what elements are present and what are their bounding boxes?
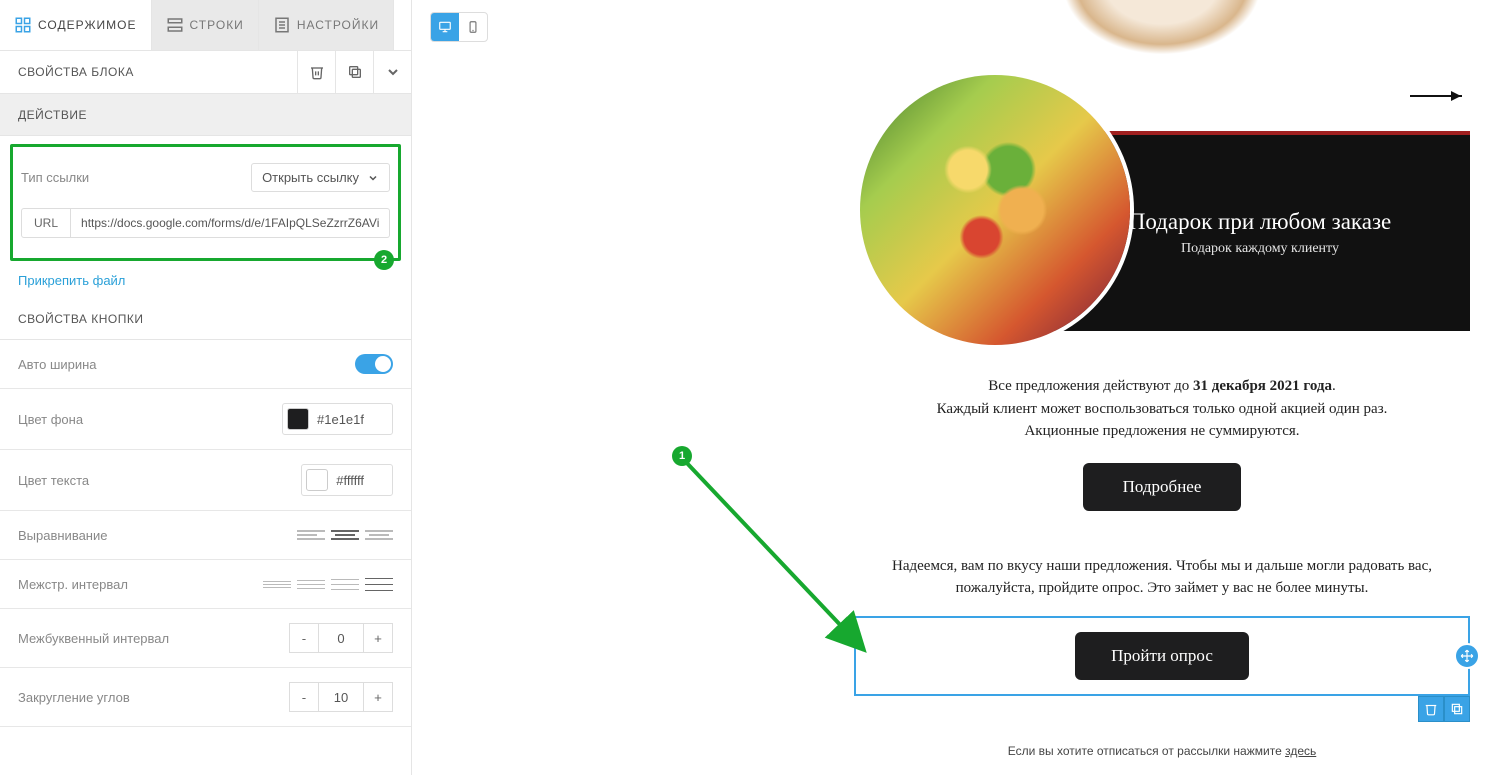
spacing-4[interactable] [365, 574, 393, 594]
mobile-view[interactable] [459, 13, 487, 41]
br-plus[interactable]: + [363, 682, 393, 712]
letter-spacing-label: Межбуквенный интервал [18, 631, 289, 646]
editor-tabs: СОДЕРЖИМОЕ СТРОКИ НАСТРОЙКИ [0, 0, 411, 50]
text-color-label: Цвет текста [18, 473, 301, 488]
block-duplicate-icon[interactable] [1444, 696, 1470, 722]
ls-plus[interactable]: + [363, 623, 393, 653]
action-section-title: ДЕЙСТВИЕ [0, 94, 411, 136]
auto-width-toggle[interactable] [355, 354, 393, 374]
block-properties-header: СВОЙСТВА БЛОКА [0, 50, 411, 94]
promo-title: Подарок при любом заказе [1129, 209, 1392, 235]
tab-settings-label: НАСТРОЙКИ [297, 18, 379, 32]
spacing-3[interactable] [331, 574, 359, 594]
block-delete-icon[interactable] [1418, 696, 1444, 722]
ls-minus[interactable]: - [289, 623, 319, 653]
tab-settings[interactable]: НАСТРОЙКИ [259, 0, 394, 50]
br-minus[interactable]: - [289, 682, 319, 712]
email-preview: Подарок при любом заказе Подарок каждому… [854, 0, 1470, 758]
collapse-icon[interactable] [373, 51, 411, 93]
action-highlight: Тип ссылки Открыть ссылку URL 2 [10, 144, 401, 261]
info-text: Все предложения действуют до 31 декабря … [854, 375, 1470, 443]
ls-value[interactable] [319, 623, 363, 653]
spacing-1[interactable] [263, 574, 291, 594]
food-image-top [1062, 0, 1262, 55]
auto-width-label: Авто ширина [18, 357, 355, 372]
link-type-label: Тип ссылки [21, 170, 251, 185]
border-radius-label: Закругление углов [18, 690, 289, 705]
line-spacing-label: Межстр. интервал [18, 577, 263, 592]
tab-content-label: СОДЕРЖИМОЕ [38, 18, 137, 32]
spacing-2[interactable] [297, 574, 325, 594]
desktop-view[interactable] [431, 13, 459, 41]
delete-icon[interactable] [297, 51, 335, 93]
bg-color-label: Цвет фона [18, 412, 282, 427]
move-handle[interactable] [1454, 643, 1480, 669]
align-center[interactable] [331, 525, 359, 545]
letter-spacing-stepper[interactable]: - + [289, 623, 393, 653]
salad-image [860, 75, 1130, 345]
align-label: Выравнивание [18, 528, 297, 543]
button-props-title: СВОЙСТВА КНОПКИ [0, 298, 411, 340]
link-type-select[interactable]: Открыть ссылку [251, 163, 390, 192]
attach-file-link[interactable]: Прикрепить файл [18, 273, 125, 288]
url-input[interactable] [71, 208, 390, 238]
border-radius-stepper[interactable]: - + [289, 682, 393, 712]
tab-rows-label: СТРОКИ [190, 18, 244, 32]
unsubscribe-text: Если вы хотите отписаться от рассылки на… [854, 744, 1470, 758]
device-toggle [430, 12, 488, 42]
promo-subtitle: Подарок каждому клиенту [1181, 241, 1339, 257]
bg-color-input[interactable]: #1e1e1f [282, 403, 393, 435]
survey-button[interactable]: Пройти опрос [1075, 632, 1249, 680]
selected-button-block[interactable]: Пройти опрос [854, 616, 1470, 696]
block-action-bar [1418, 696, 1470, 722]
more-button[interactable]: Подробнее [1083, 463, 1242, 511]
br-value[interactable] [319, 682, 363, 712]
hope-text: Надеемся, вам по вкусу наши предложения.… [854, 555, 1470, 600]
text-color-input[interactable]: #ffffff [301, 464, 393, 496]
tab-rows[interactable]: СТРОКИ [152, 0, 259, 50]
annotation-badge-2: 2 [374, 250, 394, 270]
annotation-badge-1: 1 [672, 446, 692, 466]
align-right[interactable] [365, 525, 393, 545]
align-left[interactable] [297, 525, 325, 545]
duplicate-icon[interactable] [335, 51, 373, 93]
unsubscribe-link[interactable]: здесь [1285, 744, 1316, 758]
block-title: СВОЙСТВА БЛОКА [18, 65, 297, 79]
tab-content[interactable]: СОДЕРЖИМОЕ [0, 0, 152, 50]
url-prefix: URL [21, 208, 71, 238]
